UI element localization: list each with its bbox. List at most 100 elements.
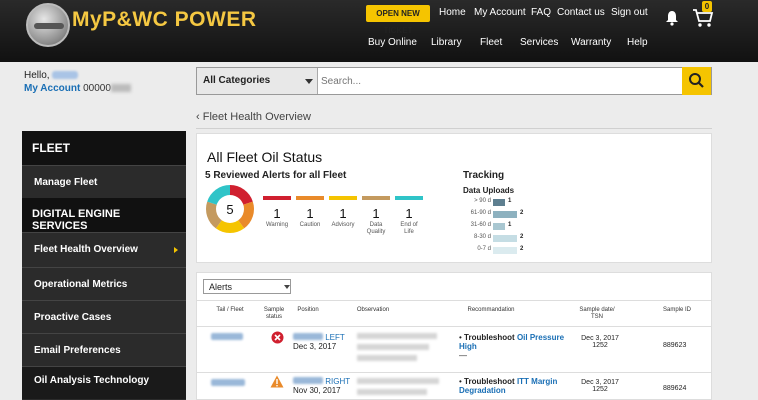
data-upload-row[interactable]: 61-90 d 2 bbox=[461, 210, 541, 219]
alerts-filter-select[interactable]: Alerts bbox=[203, 279, 291, 294]
recommendation-prefix: Troubleshoot bbox=[464, 333, 515, 342]
redacted-text bbox=[357, 378, 439, 384]
observation-cell bbox=[357, 333, 447, 366]
logo-text[interactable]: MyP&WC POWER bbox=[72, 8, 257, 32]
nav-help[interactable]: Help bbox=[627, 37, 648, 48]
sidebar-item-label: Oil Analysis Technology bbox=[34, 375, 150, 386]
alerts-card: Alerts Tail / Fleet Sample status Positi… bbox=[196, 272, 712, 400]
position-date: Dec 3, 2017 bbox=[293, 342, 337, 351]
redacted-user-name bbox=[52, 71, 79, 80]
data-upload-row[interactable]: 31-60 d 1 bbox=[461, 222, 541, 231]
my-account-link[interactable]: My Account bbox=[24, 83, 80, 94]
sidebar-item-fleet-health-overview[interactable]: Fleet Health Overview bbox=[22, 232, 186, 265]
nav-faq-link[interactable]: FAQ bbox=[531, 7, 551, 18]
alerts-donut-chart[interactable]: 5 bbox=[205, 184, 255, 234]
nav-my-account-link[interactable]: My Account bbox=[474, 7, 526, 18]
alert-category-end-of-life[interactable]: 1 End of Life bbox=[395, 196, 423, 236]
nav-services[interactable]: Services bbox=[520, 37, 558, 48]
redacted-engine-link[interactable] bbox=[293, 377, 323, 384]
position-value[interactable]: LEFT bbox=[325, 333, 345, 342]
upload-range-label: 0-7 d bbox=[477, 246, 491, 252]
sidebar-item-email-preferences[interactable]: Email Preferences bbox=[22, 333, 186, 366]
upload-bar bbox=[493, 211, 517, 218]
upload-range-label: > 90 d bbox=[474, 198, 491, 204]
redacted-tail-link[interactable] bbox=[211, 379, 245, 386]
breadcrumb-current: Fleet Health Overview bbox=[202, 111, 311, 123]
redacted-engine-link[interactable] bbox=[293, 333, 323, 340]
category-select-value: All Categories bbox=[203, 75, 271, 86]
sample-id-cell: 889623 bbox=[663, 342, 687, 349]
col-header-recommandation[interactable]: Recommandation bbox=[459, 307, 523, 314]
logo-seal-icon[interactable] bbox=[26, 3, 70, 47]
category-color-bar bbox=[296, 196, 324, 200]
nav-sign-out-link[interactable]: Sign out bbox=[611, 7, 648, 18]
open-new-ticket-button[interactable]: OPEN NEW TICKET bbox=[366, 5, 430, 35]
upload-bar bbox=[493, 235, 517, 242]
donut-total: 5 bbox=[226, 202, 233, 217]
notification-bell-icon[interactable] bbox=[664, 10, 680, 26]
category-select[interactable]: All Categories bbox=[197, 68, 318, 94]
position-value[interactable]: RIGHT bbox=[325, 377, 350, 386]
upload-count: 2 bbox=[520, 234, 524, 240]
sample-date-cell: Dec 3, 2017 1252 bbox=[575, 335, 625, 349]
search-input[interactable] bbox=[321, 70, 681, 92]
category-count: 1 bbox=[405, 206, 413, 221]
category-count: 1 bbox=[273, 206, 281, 221]
sidebar-item-label: Manage Fleet bbox=[34, 177, 98, 188]
divider bbox=[196, 128, 712, 129]
alert-category-warning[interactable]: 1 Warning bbox=[263, 196, 291, 229]
sample-date: Dec 3, 2017 bbox=[581, 379, 619, 386]
alert-category-caution[interactable]: 1 Caution bbox=[296, 196, 324, 229]
col-header-tail[interactable]: Tail / Fleet bbox=[215, 307, 245, 314]
search-button[interactable] bbox=[682, 67, 711, 95]
nav-contact-link[interactable]: Contact us bbox=[557, 7, 605, 18]
greeting: Hello, bbox=[24, 70, 79, 81]
upload-count: 1 bbox=[508, 198, 512, 204]
col-header-sample-id[interactable]: Sample ID bbox=[657, 307, 697, 314]
tail-cell[interactable] bbox=[211, 379, 245, 388]
data-upload-row[interactable]: > 90 d 1 bbox=[461, 198, 541, 207]
data-upload-row[interactable]: 0-7 d 2 bbox=[461, 246, 541, 255]
alert-category-advisory[interactable]: 1 Advisory bbox=[329, 196, 357, 229]
nav-home-link[interactable]: Home bbox=[439, 7, 466, 18]
category-label: Warning bbox=[265, 222, 289, 228]
breadcrumb[interactable]: ‹ Fleet Health Overview bbox=[196, 111, 311, 123]
upload-bar bbox=[493, 223, 505, 230]
col-header-sample-status[interactable]: Sample status bbox=[259, 307, 289, 321]
tail-cell[interactable] bbox=[211, 333, 243, 342]
divider bbox=[197, 326, 711, 327]
recommendation-cell: • Troubleshoot ITT Margin Degradation bbox=[459, 377, 558, 395]
category-color-bar bbox=[362, 196, 390, 200]
upload-range-label: 61-90 d bbox=[470, 210, 491, 216]
alerts-filter-value: Alerts bbox=[209, 282, 233, 292]
sidebar-item-label: Email Preferences bbox=[34, 345, 121, 356]
position-cell: RIGHT Nov 30, 2017 bbox=[293, 377, 350, 395]
oil-status-card: All Fleet Oil Status 5 Reviewed Alerts f… bbox=[196, 133, 712, 263]
sidebar-item-oil-analysis-technology[interactable]: Oil Analysis Technology bbox=[22, 366, 186, 399]
category-count: 1 bbox=[372, 206, 380, 221]
nav-warranty[interactable]: Warranty bbox=[571, 37, 611, 48]
col-header-position[interactable]: Position bbox=[293, 307, 323, 314]
category-count: 1 bbox=[339, 206, 347, 221]
position-cell: LEFT Dec 3, 2017 bbox=[293, 333, 345, 351]
data-upload-row[interactable]: 8-30 d 2 bbox=[461, 234, 541, 243]
sidebar-item-manage-fleet[interactable]: Manage Fleet bbox=[22, 165, 186, 198]
warning-status-icon bbox=[270, 375, 284, 388]
nav-library[interactable]: Library bbox=[431, 37, 462, 48]
recommendation-cell: • Troubleshoot Oil Pressure High — bbox=[459, 333, 565, 360]
category-count: 1 bbox=[306, 206, 314, 221]
nav-fleet[interactable]: Fleet bbox=[480, 37, 502, 48]
upload-range-label: 8-30 d bbox=[473, 234, 491, 240]
alert-category-data-quality[interactable]: 1 Data Quality bbox=[362, 196, 390, 236]
sidebar-item-operational-metrics[interactable]: Operational Metrics bbox=[22, 267, 186, 300]
sample-id-cell: 889624 bbox=[663, 385, 687, 392]
redacted-tail-link[interactable] bbox=[211, 333, 243, 340]
col-header-sample-date[interactable]: Sample date/ TSN bbox=[575, 307, 619, 321]
nav-buy-online[interactable]: Buy Online bbox=[368, 37, 417, 48]
divider bbox=[197, 372, 711, 373]
col-header-observation[interactable]: Observation bbox=[351, 307, 395, 314]
category-color-bar bbox=[329, 196, 357, 200]
sidebar-heading-fleet: FLEET bbox=[22, 131, 186, 165]
sidebar-item-proactive-cases[interactable]: Proactive Cases bbox=[22, 300, 186, 333]
recommendation-prefix: Troubleshoot bbox=[464, 377, 515, 386]
